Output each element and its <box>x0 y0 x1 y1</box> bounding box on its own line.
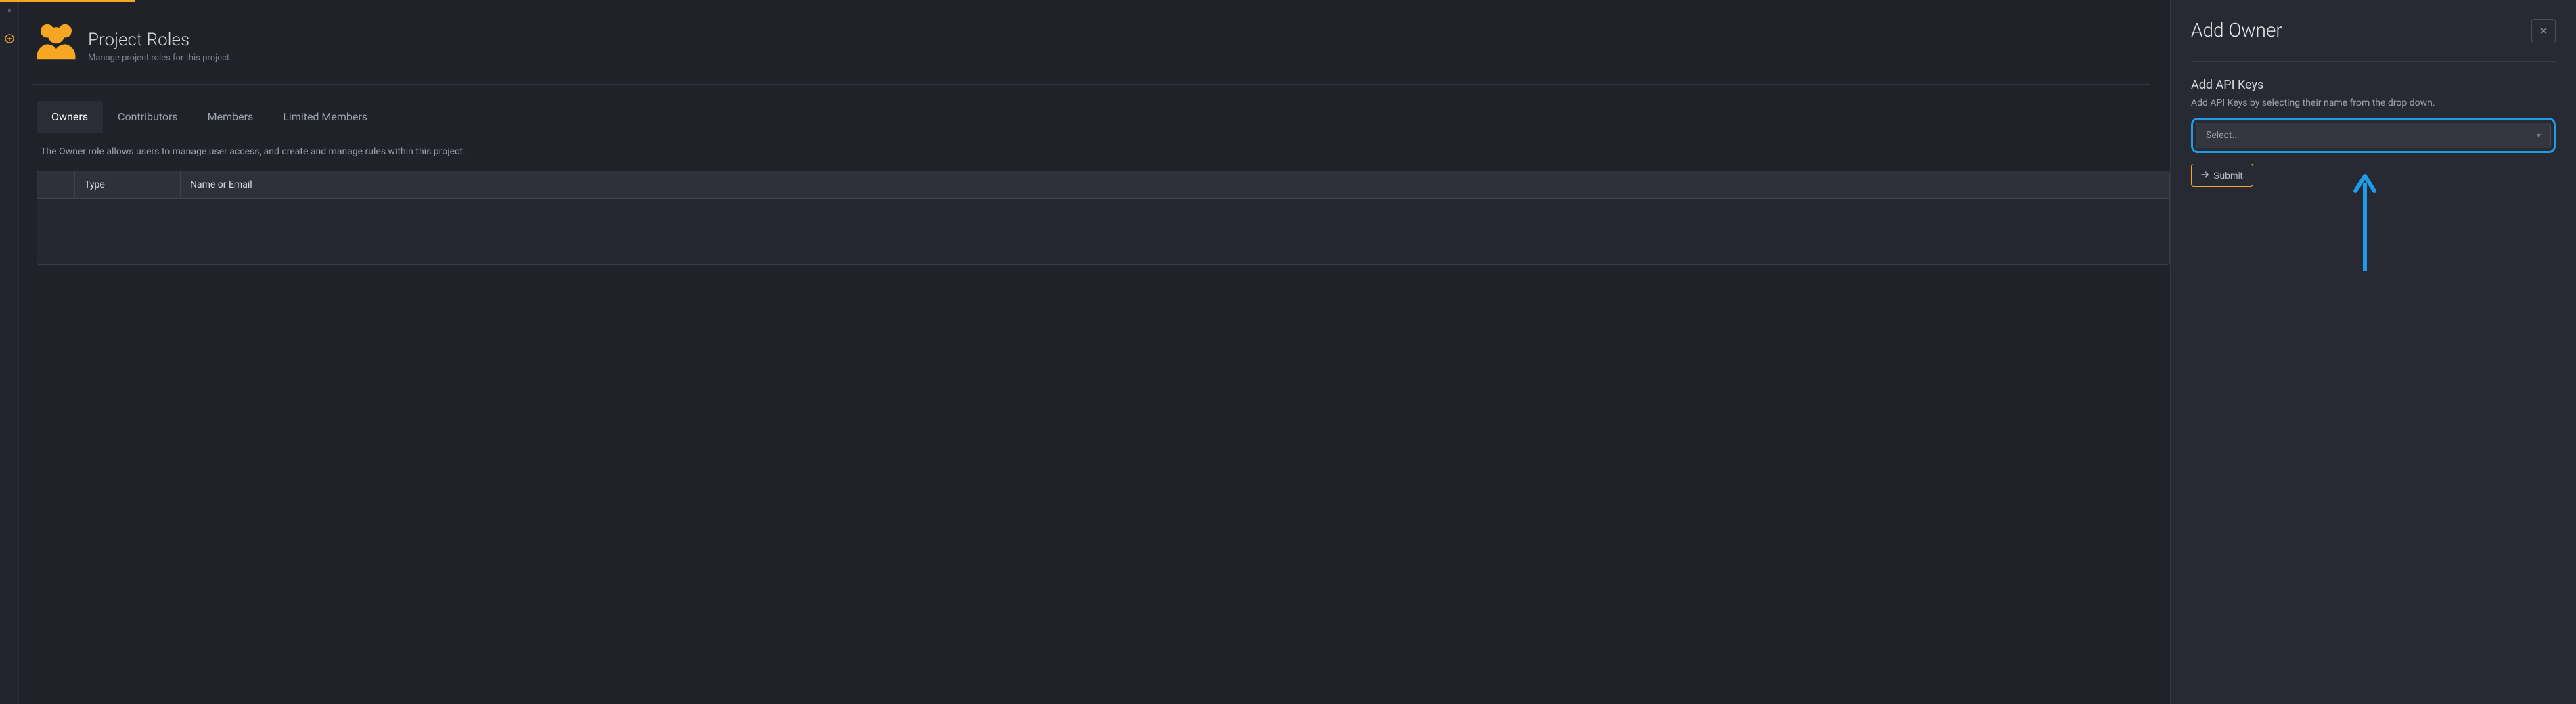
submit-button[interactable]: Submit <box>2191 164 2253 187</box>
tabs-bar: Owners Contributors Members Limited Memb… <box>37 101 2170 133</box>
tab-limited-members[interactable]: Limited Members <box>268 101 382 133</box>
main-content: Project Roles Manage project roles for t… <box>19 0 2170 704</box>
chevron-down-icon: ▾ <box>2537 131 2541 140</box>
tab-owners[interactable]: Owners <box>37 101 103 133</box>
submit-label: Submit <box>2213 170 2243 181</box>
tab-contributors[interactable]: Contributors <box>103 101 193 133</box>
left-rail: » <box>0 0 19 704</box>
app-root: » Project Roles Manage project roles for… <box>0 0 2576 704</box>
panel-title: Add Owner <box>2191 19 2282 41</box>
arrow-right-icon <box>2201 170 2209 181</box>
table-body-empty <box>37 199 2169 264</box>
close-button[interactable]: ✕ <box>2531 19 2556 43</box>
add-owner-panel: Add Owner ✕ Add API Keys Add API Keys by… <box>2170 0 2576 704</box>
users-icon <box>32 18 80 68</box>
page-title: Project Roles <box>88 30 232 50</box>
add-project-icon[interactable] <box>5 34 14 46</box>
table-header-blank <box>37 171 75 198</box>
panel-header: Add Owner ✕ <box>2191 19 2556 62</box>
table-header-row: Type Name or Email <box>37 171 2169 199</box>
close-icon: ✕ <box>2539 25 2548 37</box>
roles-table: Type Name or Email <box>37 171 2170 265</box>
select-highlight-annotation: Select... ▾ <box>2191 118 2556 153</box>
tab-description: The Owner role allows users to manage us… <box>41 146 2170 157</box>
api-key-select[interactable]: Select... ▾ <box>2196 123 2551 148</box>
page-subtitle: Manage project roles for this project. <box>88 53 232 63</box>
section-heading: Add API Keys <box>2191 78 2556 92</box>
select-placeholder: Select... <box>2206 130 2240 141</box>
add-api-keys-section: Add API Keys Add API Keys by selecting t… <box>2191 78 2556 187</box>
table-header-type: Type <box>75 171 181 198</box>
expand-sidebar-icon[interactable]: » <box>7 5 12 15</box>
page-header: Project Roles Manage project roles for t… <box>32 18 2150 85</box>
tab-members[interactable]: Members <box>193 101 269 133</box>
table-header-name: Name or Email <box>181 171 2169 198</box>
section-hint: Add API Keys by selecting their name fro… <box>2191 97 2556 108</box>
